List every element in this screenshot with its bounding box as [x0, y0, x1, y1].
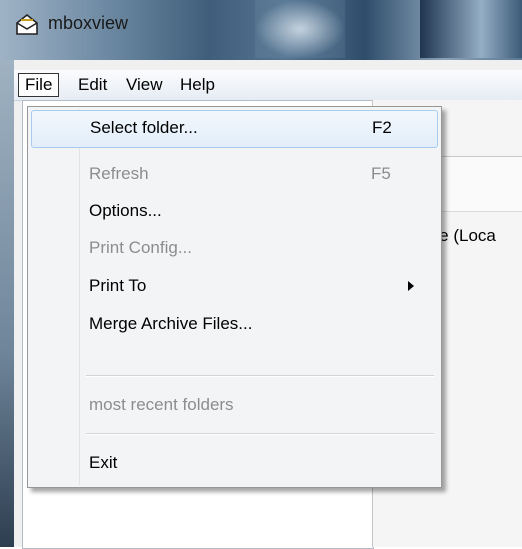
menu-bar: File Edit View Help [14, 70, 522, 101]
menu-item-label: Print Config... [89, 238, 192, 257]
menu-item-label: Select folder... [90, 118, 198, 137]
menu-item-options[interactable]: Options... [31, 194, 436, 230]
menu-file[interactable]: File [18, 73, 60, 97]
menu-item-exit[interactable]: Exit [31, 446, 436, 482]
title-bar-glass [255, 0, 345, 58]
file-menu-dropdown: Select folder... F2 Refresh F5 Options..… [27, 106, 442, 488]
mail-envelope-icon [16, 13, 38, 35]
menu-separator [86, 433, 434, 435]
menu-item-most-recent-folders: most recent folders [31, 388, 436, 424]
menu-item-select-folder[interactable]: Select folder... F2 [31, 110, 438, 148]
menu-item-print-config: Print Config... [31, 231, 436, 267]
menu-item-shortcut: F5 [371, 164, 391, 183]
title-bar: mboxview [0, 0, 522, 60]
title-bar-glass [420, 0, 522, 58]
menu-item-label: Merge Archive Files... [89, 314, 253, 333]
menu-edit[interactable]: Edit [72, 73, 113, 97]
window-frame [0, 60, 14, 547]
menu-separator [86, 375, 434, 377]
menu-item-label: Refresh [89, 164, 149, 183]
menu-item-shortcut: F2 [372, 118, 392, 137]
menu-item-label: Print To [89, 276, 147, 295]
window-title: mboxview [48, 13, 129, 33]
menu-item-label: Exit [89, 453, 118, 472]
menu-view[interactable]: View [120, 73, 169, 97]
menu-item-label: Options... [89, 201, 162, 220]
menu-item-print-to[interactable]: Print To [31, 269, 436, 305]
menu-item-refresh: Refresh F5 [31, 157, 436, 193]
menu-item-merge-archive-files[interactable]: Merge Archive Files... [31, 307, 436, 343]
menu-help[interactable]: Help [174, 73, 221, 97]
menu-item-label: most recent folders [89, 395, 234, 414]
submenu-arrow-icon [408, 281, 414, 291]
